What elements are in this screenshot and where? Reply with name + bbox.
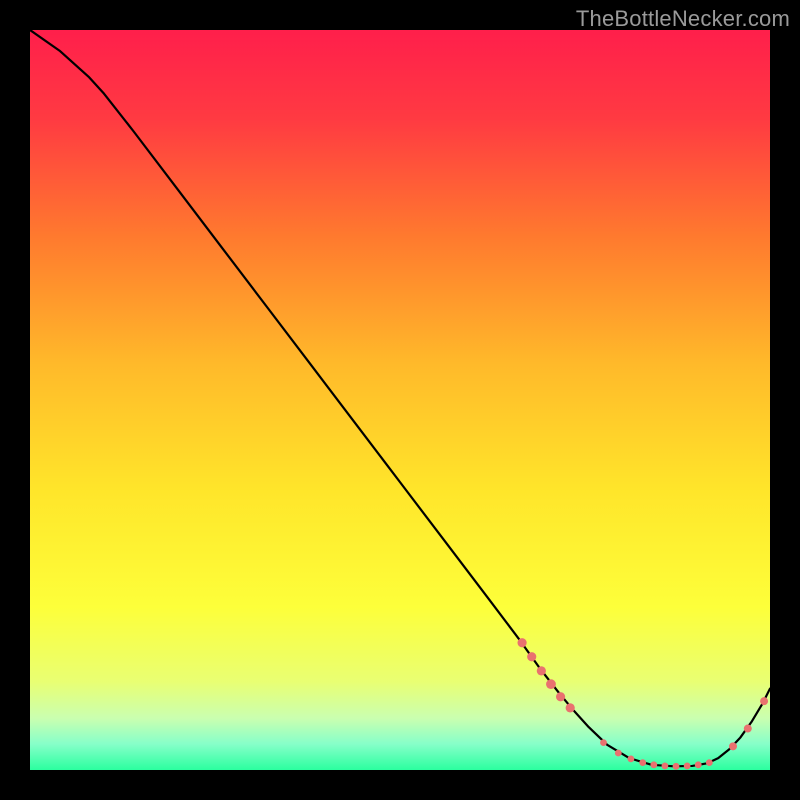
marker-m9 — [627, 756, 634, 763]
marker-m16 — [706, 759, 713, 766]
marker-m18 — [744, 725, 752, 733]
marker-m10 — [639, 759, 646, 766]
marker-m11 — [650, 761, 657, 768]
marker-m7 — [600, 739, 607, 746]
marker-m3 — [537, 666, 546, 675]
marker-m6 — [566, 703, 575, 712]
marker-m2 — [527, 652, 536, 661]
marker-m15 — [695, 761, 702, 768]
marker-m14 — [684, 763, 691, 770]
marker-m12 — [662, 763, 669, 770]
marker-m8 — [615, 750, 622, 757]
marker-m1 — [518, 638, 527, 647]
chart-plot — [30, 30, 770, 770]
marker-m5 — [556, 692, 565, 701]
marker-m19 — [760, 697, 768, 705]
marker-m4 — [546, 679, 556, 689]
watermark-text: TheBottleNecker.com — [576, 6, 790, 32]
marker-m13 — [673, 763, 680, 770]
marker-m17 — [729, 742, 737, 750]
chart-stage: TheBottleNecker.com — [0, 0, 800, 800]
